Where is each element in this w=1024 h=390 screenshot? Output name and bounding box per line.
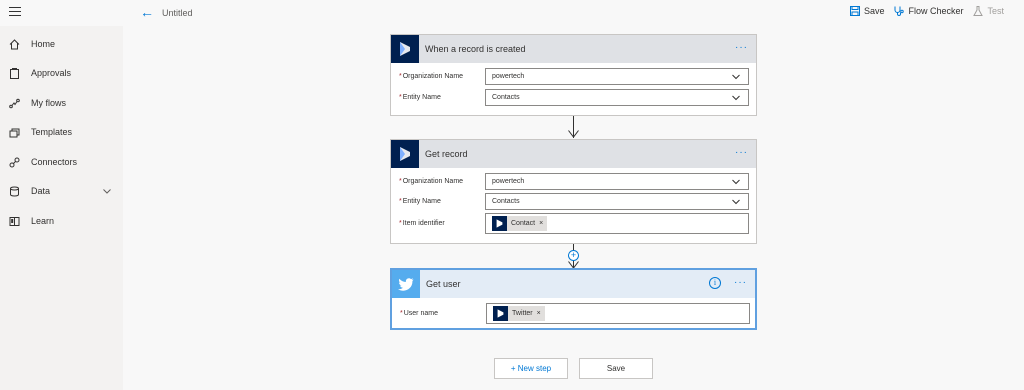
sidebar-item-label: Connectors bbox=[31, 157, 78, 167]
field-value: Contacts bbox=[492, 94, 520, 101]
arrow-down-icon bbox=[568, 130, 579, 138]
flow-title[interactable]: Untitled bbox=[162, 8, 193, 18]
connectors-icon bbox=[8, 156, 20, 168]
field-row: *Organization Name powertech bbox=[399, 68, 749, 85]
field-label: *User name bbox=[400, 310, 438, 317]
field-label: *Entity Name bbox=[399, 94, 441, 101]
token-label: Twitter bbox=[512, 310, 533, 317]
trigger-card[interactable]: When a record is created ··· *Organizati… bbox=[390, 34, 757, 116]
save-icon bbox=[849, 6, 860, 16]
dynamic-content-token[interactable]: Contact × bbox=[492, 216, 548, 231]
field-row: *Item identifier Contact × bbox=[399, 213, 749, 234]
dynamics-logo-icon bbox=[493, 306, 508, 321]
item-identifier-input[interactable]: Contact × bbox=[485, 213, 749, 234]
stethoscope-icon bbox=[894, 6, 905, 16]
more-options-icon[interactable]: ··· bbox=[735, 148, 748, 158]
flow-checker-button[interactable]: Flow Checker bbox=[894, 6, 963, 16]
sidebar-item-label: My flows bbox=[31, 98, 67, 108]
chevron-down-icon[interactable] bbox=[103, 187, 111, 196]
header-actions: Save Flow Checker Test bbox=[849, 6, 1004, 16]
approvals-icon bbox=[8, 67, 20, 79]
card-header[interactable]: Get user i ··· bbox=[392, 270, 755, 298]
dynamic-content-token[interactable]: Twitter × bbox=[493, 306, 545, 321]
chevron-down-icon bbox=[732, 95, 740, 101]
save-button[interactable]: Save bbox=[579, 358, 653, 379]
sidebar-item-label: Home bbox=[31, 39, 56, 49]
sidebar-item-label: Data bbox=[31, 186, 51, 196]
sidebar-item-approvals[interactable]: Approvals bbox=[0, 63, 123, 83]
user-name-input[interactable]: Twitter × bbox=[486, 303, 750, 324]
field-value: powertech bbox=[492, 73, 525, 80]
card-header[interactable]: When a record is created ··· bbox=[391, 35, 756, 63]
remove-token-icon[interactable]: × bbox=[537, 310, 541, 317]
field-label: *Organization Name bbox=[399, 73, 464, 80]
sidebar-item-data[interactable]: Data bbox=[0, 181, 123, 201]
card-title: Get record bbox=[425, 149, 468, 159]
sidebar-item-templates[interactable]: Templates bbox=[0, 122, 123, 142]
field-row: *User name Twitter × bbox=[400, 303, 750, 324]
hamburger-menu-icon[interactable] bbox=[9, 7, 21, 17]
get-user-card[interactable]: Get user i ··· *User name Twitter × bbox=[390, 268, 757, 330]
sidebar-item-label: Approvals bbox=[31, 68, 72, 78]
entity-name-select[interactable]: Contacts bbox=[485, 89, 749, 106]
dynamics-logo-icon bbox=[391, 35, 419, 63]
test-label: Test bbox=[987, 6, 1004, 16]
learn-icon bbox=[8, 215, 20, 227]
field-label: *Organization Name bbox=[399, 178, 464, 185]
get-record-card[interactable]: Get record ··· *Organization Name powert… bbox=[390, 139, 757, 244]
field-row: *Entity Name Contacts bbox=[399, 89, 749, 106]
save-top-label: Save bbox=[863, 6, 885, 16]
sidebar-item-my-flows[interactable]: My flows bbox=[0, 93, 123, 113]
field-row: *Entity Name Contacts bbox=[399, 193, 749, 210]
dynamics-logo-icon bbox=[391, 140, 419, 168]
sidebar-item-home[interactable]: Home bbox=[0, 34, 123, 54]
token-label: Contact bbox=[511, 220, 536, 227]
card-header[interactable]: Get record ··· bbox=[391, 140, 756, 168]
sidebar: Home Approvals My flows Templates Connec… bbox=[0, 26, 123, 390]
test-button[interactable]: Test bbox=[973, 6, 1004, 16]
sidebar-item-label: Templates bbox=[31, 127, 73, 137]
field-row: *Organization Name powertech bbox=[399, 173, 749, 190]
insert-step-plus-icon[interactable]: + bbox=[568, 250, 579, 261]
field-value: powertech bbox=[492, 178, 525, 185]
organization-name-select[interactable]: powertech bbox=[485, 173, 749, 190]
more-options-icon[interactable]: ··· bbox=[734, 278, 747, 288]
field-label: *Item identifier bbox=[399, 220, 445, 227]
back-arrow-icon[interactable]: ← bbox=[140, 5, 154, 19]
chevron-down-icon bbox=[732, 199, 740, 205]
field-label: *Entity Name bbox=[399, 198, 441, 205]
home-icon bbox=[8, 38, 20, 50]
sidebar-item-connectors[interactable]: Connectors bbox=[0, 152, 123, 172]
data-icon bbox=[8, 185, 20, 197]
sidebar-item-label: Learn bbox=[31, 216, 55, 226]
flows-icon bbox=[8, 97, 20, 109]
chevron-down-icon bbox=[732, 179, 740, 185]
card-title: When a record is created bbox=[425, 44, 526, 54]
top-bar: ← Untitled Save Flow Checker Test bbox=[0, 0, 1024, 26]
card-title: Get user bbox=[426, 279, 461, 289]
more-options-icon[interactable]: ··· bbox=[735, 43, 748, 53]
templates-icon bbox=[8, 126, 20, 138]
remove-token-icon[interactable]: × bbox=[539, 220, 543, 227]
flow-checker-label: Flow Checker bbox=[908, 6, 964, 16]
save-top-button[interactable]: Save bbox=[849, 6, 885, 16]
twitter-logo-icon bbox=[392, 270, 420, 298]
info-icon[interactable]: i bbox=[709, 277, 721, 289]
entity-name-select[interactable]: Contacts bbox=[485, 193, 749, 210]
new-step-button[interactable]: + New step bbox=[494, 358, 568, 379]
dynamics-logo-icon bbox=[492, 216, 507, 231]
sidebar-item-learn[interactable]: Learn bbox=[0, 211, 123, 231]
chevron-down-icon bbox=[732, 74, 740, 80]
organization-name-select[interactable]: powertech bbox=[485, 68, 749, 85]
field-value: Contacts bbox=[492, 198, 520, 205]
flask-icon bbox=[973, 6, 984, 16]
